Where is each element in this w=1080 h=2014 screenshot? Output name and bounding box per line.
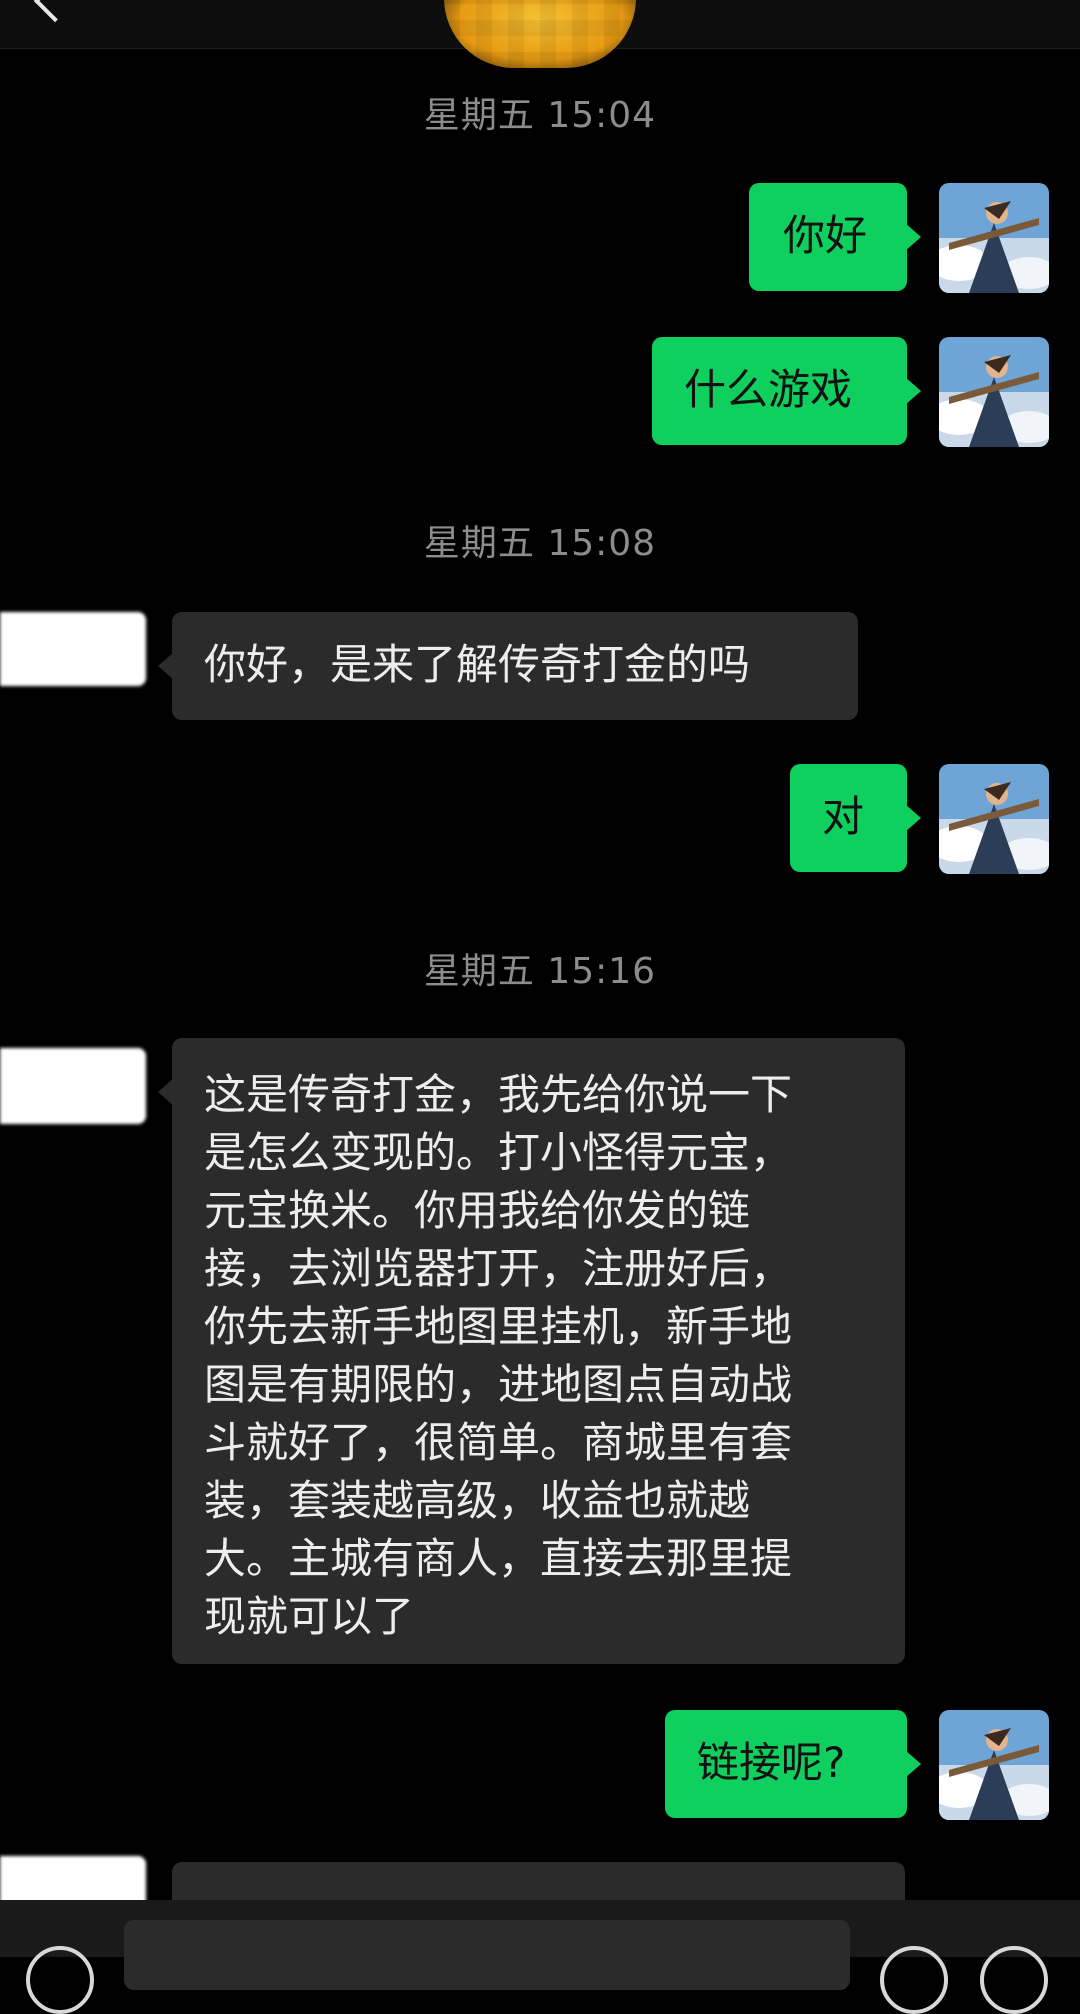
my-avatar[interactable] xyxy=(939,183,1049,293)
my-avatar[interactable] xyxy=(939,1710,1049,1820)
back-arrow-icon[interactable] xyxy=(33,0,77,23)
sent-message-bubble[interactable]: 对 xyxy=(790,764,921,872)
timestamp: 星期五 15:08 xyxy=(423,523,657,564)
my-avatar[interactable] xyxy=(939,764,1049,874)
message-text: 对 xyxy=(822,792,865,841)
anime-character-avatar-icon xyxy=(939,337,1049,447)
timestamp: 星期五 15:16 xyxy=(423,951,657,992)
plus-icon[interactable] xyxy=(980,1946,1048,2014)
message-text: 这是传奇打金，我先给你说一下 是怎么变现的。打小怪得元宝， 元宝换米。你用我给你… xyxy=(204,1070,793,1641)
sent-message-bubble[interactable]: 你好 xyxy=(749,183,921,291)
contact-avatar[interactable] xyxy=(444,0,636,68)
message-input[interactable] xyxy=(124,1920,850,1990)
message-text: 你好 xyxy=(783,211,868,260)
sent-message-bubble[interactable]: 什么游戏 xyxy=(652,337,921,445)
message-text: 你好，是来了解传奇打金的吗 xyxy=(204,640,751,689)
anime-character-avatar-icon xyxy=(939,183,1049,293)
voice-icon[interactable] xyxy=(26,1946,94,2014)
received-message-bubble[interactable]: 你好，是来了解传奇打金的吗 xyxy=(158,612,858,720)
sent-message-bubble[interactable]: 链接呢? xyxy=(665,1710,921,1818)
chat-header xyxy=(0,0,1080,68)
anime-character-avatar-icon xyxy=(939,1710,1049,1820)
emoji-icon[interactable] xyxy=(880,1946,948,2014)
contact-avatar-redacted[interactable] xyxy=(0,1048,146,1124)
timestamp: 星期五 15:04 xyxy=(423,95,657,136)
chat-input-bar xyxy=(0,1900,1080,2014)
received-message-bubble[interactable]: 这是传奇打金，我先给你说一下 是怎么变现的。打小怪得元宝， 元宝换米。你用我给你… xyxy=(158,1038,905,1664)
message-text: 什么游戏 xyxy=(684,365,853,414)
message-text: 链接呢? xyxy=(697,1738,846,1787)
anime-character-avatar-icon xyxy=(939,764,1049,874)
my-avatar[interactable] xyxy=(939,337,1049,447)
contact-avatar-redacted[interactable] xyxy=(0,612,146,686)
